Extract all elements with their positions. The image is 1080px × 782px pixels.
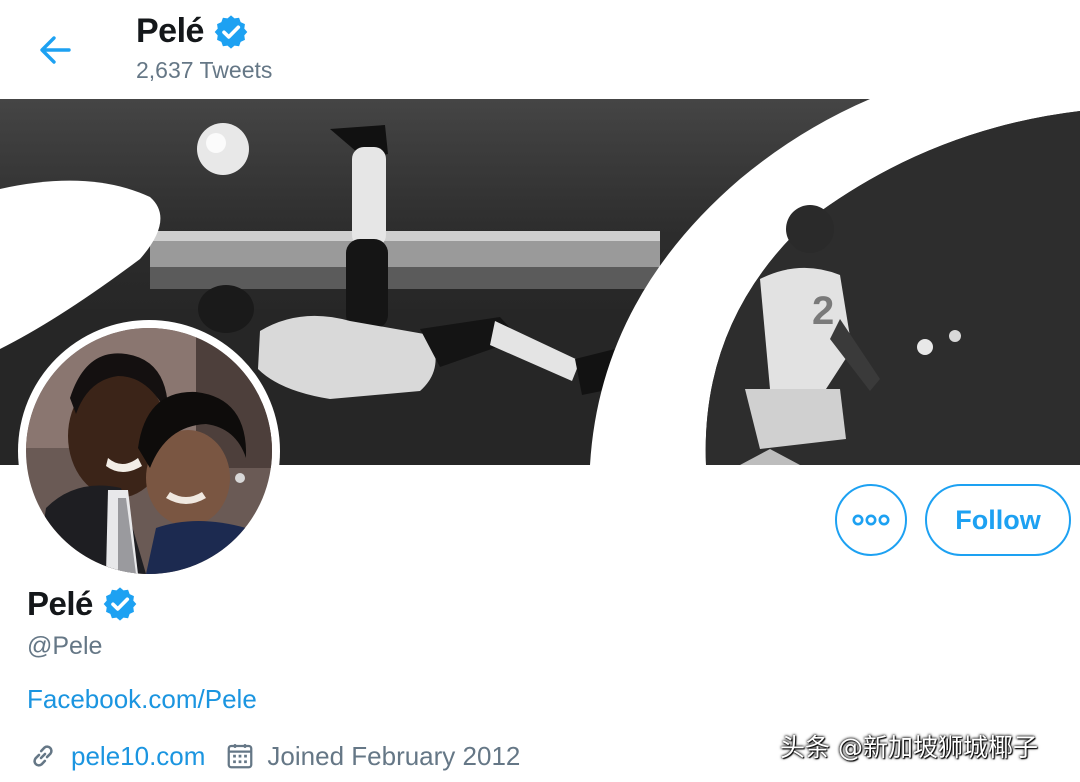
header-name: Pelé bbox=[136, 12, 204, 50]
profile-avatar[interactable] bbox=[18, 320, 280, 582]
link-icon bbox=[33, 745, 53, 767]
tweet-count: 2,637 Tweets bbox=[136, 57, 273, 83]
website-link[interactable]: pele10.com bbox=[71, 741, 205, 772]
profile-display-name: Pelé bbox=[27, 585, 93, 622]
more-options-button[interactable] bbox=[835, 484, 907, 556]
joined-item: Joined February 2012 bbox=[225, 741, 520, 772]
profile-meta: pele10.com Joined February 2012 bbox=[27, 736, 520, 776]
profile-name: Pelé bbox=[27, 585, 139, 623]
website-item: pele10.com bbox=[27, 740, 205, 772]
joined-date: Joined February 2012 bbox=[267, 740, 521, 771]
follow-button[interactable]: Follow bbox=[925, 484, 1071, 556]
svg-text:2: 2 bbox=[812, 289, 834, 333]
back-button[interactable] bbox=[30, 28, 80, 72]
profile-header: Pelé 2,637 Tweets bbox=[0, 0, 1080, 98]
verified-badge-icon bbox=[214, 14, 248, 49]
profile-handle: @Pele bbox=[27, 632, 103, 660]
verified-badge-icon bbox=[103, 587, 137, 621]
watermark: 头条 @新加坡狮城椰子 bbox=[780, 733, 1038, 762]
more-options-icon bbox=[852, 514, 890, 526]
arrow-left-icon bbox=[40, 36, 71, 64]
bio-link[interactable]: Facebook.com/Pele bbox=[27, 684, 257, 715]
calendar-icon bbox=[228, 744, 253, 769]
header-title: Pelé bbox=[136, 12, 250, 51]
